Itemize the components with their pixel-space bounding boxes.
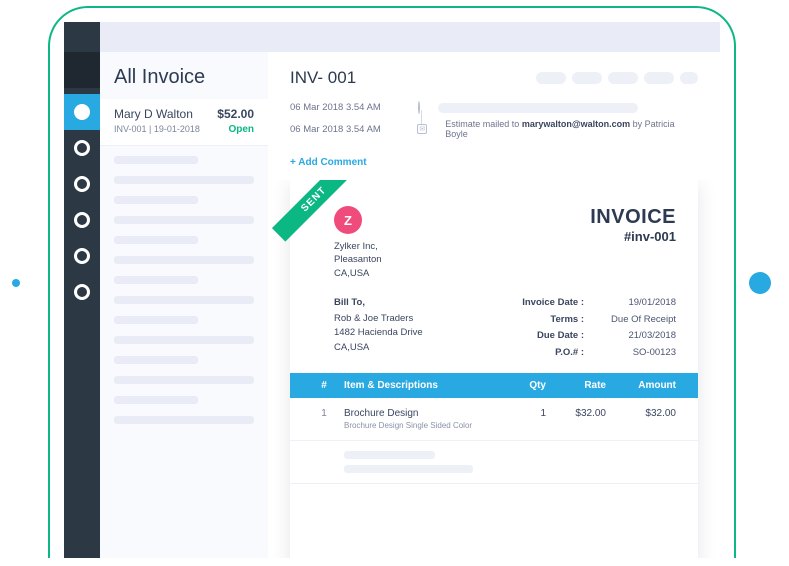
bill-to-block: Bill To, Rob & Joe Traders 1482 Hacienda…: [334, 296, 423, 363]
nav-item-3[interactable]: [64, 166, 100, 202]
detail-actions: [536, 72, 698, 84]
nav-item-4[interactable]: [64, 202, 100, 238]
circle-icon: [74, 176, 90, 192]
action-pill[interactable]: [608, 72, 638, 84]
items-header-row: # Item & Descriptions Qty Rate Amount: [290, 373, 698, 398]
list-title: All Invoice: [100, 52, 268, 99]
action-pill[interactable]: [536, 72, 566, 84]
nav-item-2[interactable]: [64, 130, 100, 166]
action-pill[interactable]: [572, 72, 602, 84]
list-header-bar: [100, 22, 268, 52]
timeline-dot-icon: [418, 101, 420, 114]
circle-icon: [74, 104, 90, 120]
nav-item-6[interactable]: [64, 274, 100, 310]
add-comment-link[interactable]: + Add Comment: [268, 153, 720, 180]
timeline-entry: 06 Mar 2018 3.54 AM: [290, 102, 698, 113]
nav-rail: [64, 22, 100, 558]
invoice-document: SENT Z Zylker Inc, Pleasanton CA,USA INV…: [290, 180, 698, 558]
invoice-list-item[interactable]: Mary D Walton $52.00 INV-001 | 19-01-201…: [100, 99, 268, 146]
nav-item-invoices[interactable]: [64, 94, 100, 130]
doc-meta-table: Invoice Date :19/01/2018 Terms :Due Of R…: [508, 296, 676, 363]
activity-timeline: 06 Mar 2018 3.54 AM 06 Mar 2018 3.54 AM …: [268, 98, 720, 153]
company-avatar: Z: [334, 206, 362, 234]
device-home-button[interactable]: [749, 272, 771, 294]
invoice-customer: Mary D Walton: [114, 107, 193, 121]
list-ghost: [100, 146, 268, 446]
invoice-status: Open: [228, 124, 254, 135]
timeline-entry: 06 Mar 2018 3.54 AM ✉ Estimate mailed to…: [290, 119, 698, 139]
action-pill[interactable]: [644, 72, 674, 84]
nav-logo-block: [64, 52, 100, 88]
detail-title: INV- 001: [290, 68, 356, 88]
detail-header-bar: [268, 22, 720, 52]
action-pill[interactable]: [680, 72, 698, 84]
timeline-timestamp: 06 Mar 2018 3.54 AM: [290, 102, 400, 113]
mail-icon: ✉: [417, 124, 427, 134]
company-address: Zylker Inc, Pleasanton CA,USA: [334, 240, 382, 280]
timeline-text: Estimate mailed to marywalton@walton.com…: [445, 119, 698, 139]
tablet-frame: All Invoice Mary D Walton $52.00 INV-001…: [48, 6, 736, 558]
item-name: Brochure Design: [344, 408, 496, 419]
timeline-timestamp: 06 Mar 2018 3.54 AM: [290, 124, 399, 135]
timeline-ghost: [438, 103, 638, 113]
invoice-amount: $52.00: [217, 107, 254, 121]
items-row-ghost: [290, 441, 698, 484]
doc-number: #inv-001: [590, 229, 676, 244]
doc-heading: INVOICE: [590, 206, 676, 229]
item-sub: Brochure Design Single Sided Color: [344, 421, 496, 430]
circle-icon: [74, 248, 90, 264]
items-row: 1 Brochure Design Brochure Design Single…: [290, 398, 698, 441]
invoice-meta: INV-001 | 19-01-2018: [114, 124, 200, 135]
invoice-list-panel: All Invoice Mary D Walton $52.00 INV-001…: [100, 22, 268, 558]
nav-item-5[interactable]: [64, 238, 100, 274]
app-screen: All Invoice Mary D Walton $52.00 INV-001…: [64, 22, 720, 558]
circle-icon: [74, 140, 90, 156]
device-camera-dot: [12, 279, 20, 287]
circle-icon: [74, 212, 90, 228]
detail-panel: INV- 001 06 Mar 2018 3.54 AM 06 Mar 2018…: [268, 22, 720, 558]
circle-icon: [74, 284, 90, 300]
